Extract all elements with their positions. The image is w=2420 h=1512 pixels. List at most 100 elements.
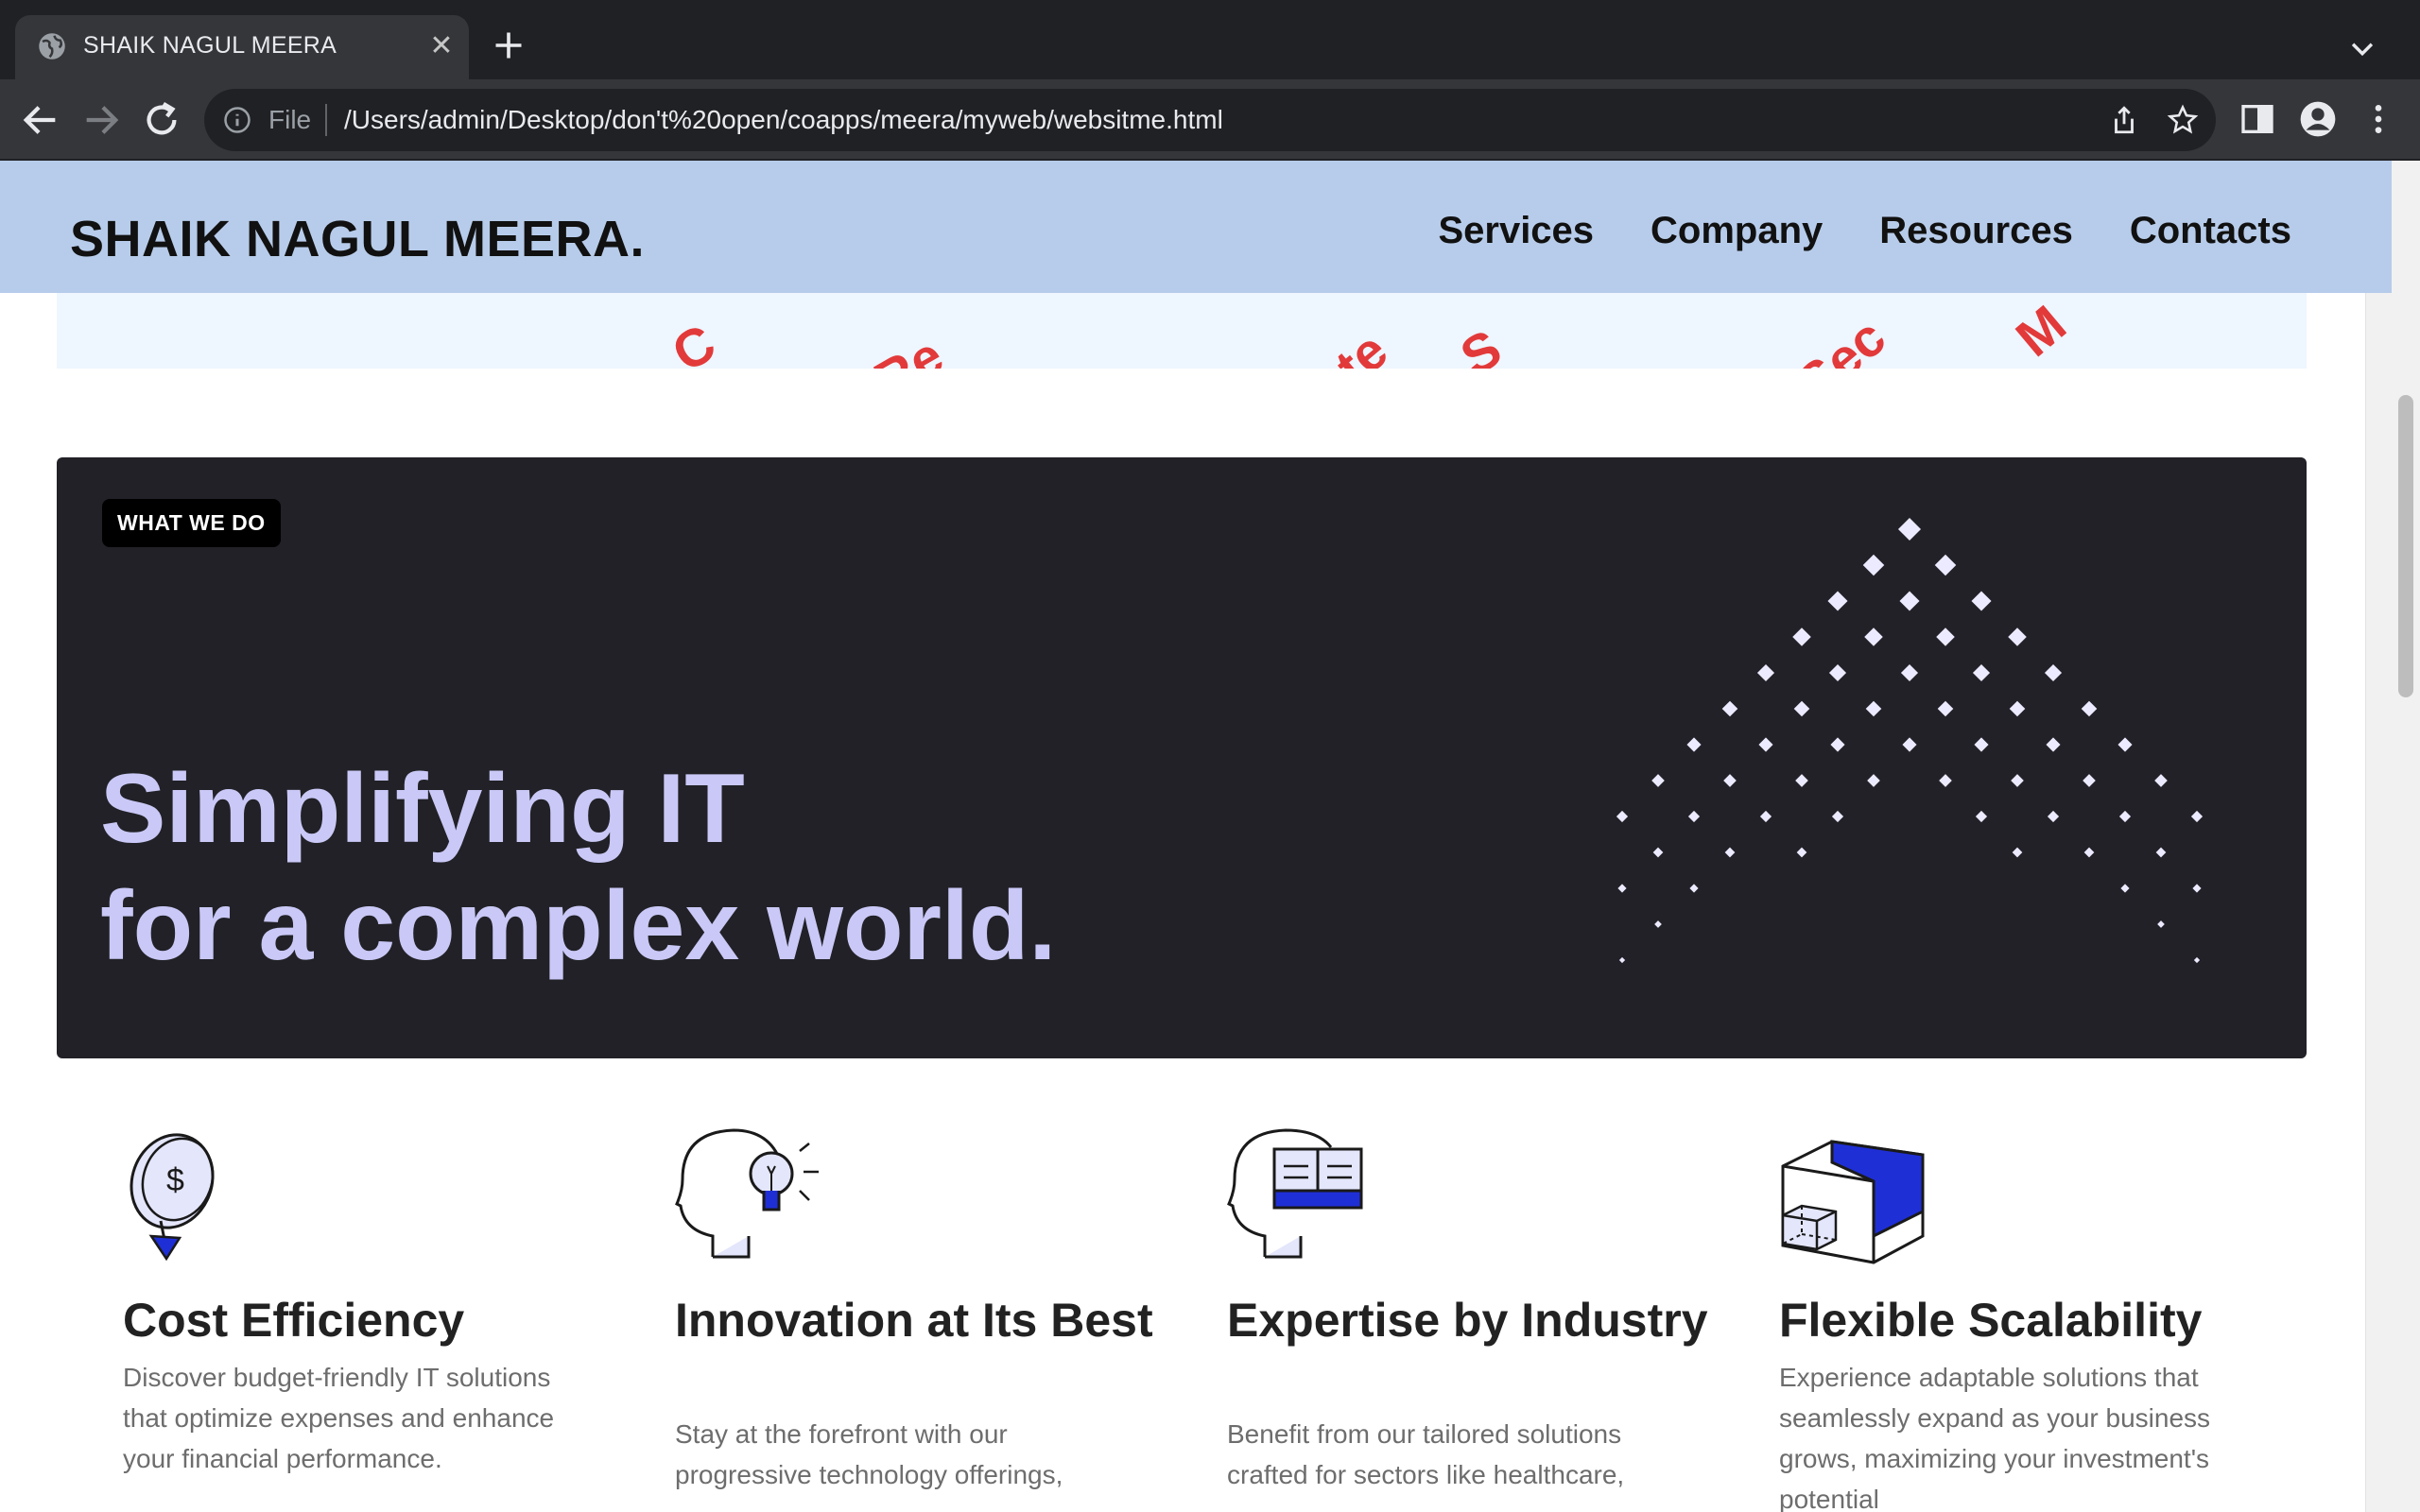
feature-description: Experience adaptable solutions that seam… xyxy=(1779,1363,2211,1512)
globe-icon xyxy=(39,33,65,60)
feature-title: Expertise by Industry xyxy=(1227,1294,1708,1347)
banner-text: C xyxy=(662,312,726,369)
diamond-dot xyxy=(1937,700,1954,717)
url-scheme-label: File xyxy=(268,105,312,134)
diamond-dot xyxy=(2154,774,2168,787)
bookmark-star-icon[interactable] xyxy=(2167,104,2199,136)
diamond-dot xyxy=(2081,700,2098,717)
diamond-dot xyxy=(2157,920,2165,928)
svg-text:$: $ xyxy=(166,1162,184,1198)
what-we-do-hero: WHAT WE DO Simplifying IT for a complex … xyxy=(57,457,2307,1058)
nav-contacts[interactable]: Contacts xyxy=(2130,210,2291,252)
rotating-text-banner: C al Re ente S r Sec M xyxy=(57,293,2307,369)
diamond-dot xyxy=(2118,810,2132,823)
nav-company[interactable]: Company xyxy=(1651,210,1823,252)
diamond-dot xyxy=(1617,884,1627,893)
browser-tab[interactable]: SHAIK NAGUL MEERA ✕ xyxy=(15,15,469,79)
diamond-dot xyxy=(2118,737,2133,752)
reload-icon[interactable] xyxy=(140,98,183,142)
book-head-icon xyxy=(1227,1128,1363,1259)
diamond-dot xyxy=(1686,737,1702,752)
diamond-dot xyxy=(1899,591,1920,611)
diamond-dot xyxy=(1723,774,1737,787)
feature-title: Innovation at Its Best xyxy=(675,1294,1153,1347)
diamond-dot xyxy=(1616,810,1629,823)
diamond-dot xyxy=(2083,847,2095,858)
diamond-dot xyxy=(2047,810,2060,823)
diamond-dot xyxy=(1796,847,1807,858)
url-separator xyxy=(325,104,327,136)
scrollbar-thumb[interactable] xyxy=(2398,395,2413,697)
diamond-dot xyxy=(2008,627,2027,646)
nav-services[interactable]: Services xyxy=(1438,210,1594,252)
diamond-dot xyxy=(1830,737,1845,752)
hero-title: Simplifying IT for a complex world. xyxy=(100,750,1056,985)
close-tab-icon[interactable]: ✕ xyxy=(427,32,456,60)
diamond-dot xyxy=(1902,737,1917,752)
site-logo[interactable]: SHAIK NAGUL MEERA. xyxy=(70,210,645,268)
diamond-dot xyxy=(1936,627,1955,646)
side-panel-icon[interactable] xyxy=(2238,100,2276,138)
diamond-dot xyxy=(1974,737,1989,752)
diamond-dot xyxy=(2193,956,2201,964)
diamond-dot xyxy=(1939,774,1952,787)
info-icon[interactable] xyxy=(223,106,251,134)
hero-title-line-1: Simplifying IT xyxy=(100,754,745,864)
diamond-dot xyxy=(2011,774,2024,787)
diamond-dot xyxy=(2046,737,2061,752)
diamond-dot xyxy=(1827,591,1848,611)
new-tab-icon[interactable] xyxy=(492,28,526,62)
diamond-dot xyxy=(1934,554,1957,576)
diamond-dot xyxy=(1831,810,1844,823)
feature-title: Cost Efficiency xyxy=(123,1294,465,1347)
diamond-dot xyxy=(1759,810,1772,823)
hero-title-line-2: for a complex world. xyxy=(100,871,1057,981)
banner-text: ente xyxy=(1276,319,1399,369)
share-icon[interactable] xyxy=(2108,104,2140,136)
diamond-dot xyxy=(1793,700,1810,717)
url-text[interactable]: /Users/admin/Desktop/don't%20open/coapps… xyxy=(344,105,1223,135)
browser-toolbar: File /Users/admin/Desktop/don't%20open/c… xyxy=(0,79,2420,161)
banner-text: S xyxy=(1450,318,1512,369)
diamond-dot xyxy=(2192,884,2202,893)
banner-text: al Re xyxy=(813,324,953,369)
page-viewport: SHAIK NAGUL MEERA. Services Company Reso… xyxy=(0,161,2420,1512)
feature-description: Benefit from our tailored solutions craf… xyxy=(1227,1419,1625,1489)
feature-title: Flexible Scalability xyxy=(1779,1294,2203,1347)
back-icon[interactable] xyxy=(19,98,62,142)
diamond-dot xyxy=(1654,920,1662,928)
section-badge: WHAT WE DO xyxy=(102,499,281,547)
chevron-down-icon[interactable] xyxy=(2346,32,2378,64)
more-menu-icon[interactable] xyxy=(2360,100,2397,138)
nav-resources[interactable]: Resources xyxy=(1879,210,2073,252)
diamond-dot xyxy=(1972,663,1991,682)
diamond-dot xyxy=(1756,663,1775,682)
diamond-dot xyxy=(1724,847,1736,858)
dollar-coin-down-icon: $ xyxy=(130,1133,215,1262)
diamond-dot xyxy=(1867,774,1880,787)
diamond-dot xyxy=(1828,663,1847,682)
address-bar[interactable]: File /Users/admin/Desktop/don't%20open/c… xyxy=(204,89,2216,151)
page-scrollbar[interactable] xyxy=(2365,161,2420,1512)
diamond-dot xyxy=(1689,884,1699,893)
diamond-dot xyxy=(1721,700,1738,717)
diamond-dot xyxy=(1862,554,1885,576)
diamond-dot xyxy=(2155,847,2167,858)
diamond-dot xyxy=(1971,591,1992,611)
profile-avatar-icon[interactable] xyxy=(2299,100,2337,138)
banner-text: r Sec xyxy=(1758,306,1897,369)
diamond-dot xyxy=(1897,517,1922,541)
diamond-dot xyxy=(1618,956,1626,964)
diamond-dot xyxy=(1795,774,1808,787)
diamond-dot xyxy=(1865,700,1882,717)
forward-icon[interactable] xyxy=(79,98,123,142)
diamond-dot xyxy=(1652,847,1664,858)
site-nav: Services Company Resources Contacts xyxy=(1438,210,2291,252)
scalable-cube-icon xyxy=(1781,1140,1925,1264)
feature-description: Discover budget-friendly IT solutions th… xyxy=(123,1363,555,1473)
diamond-dot xyxy=(1900,663,1919,682)
diamond-dot xyxy=(2044,663,2063,682)
diamond-dot xyxy=(2083,774,2096,787)
diamond-dot xyxy=(2012,847,2023,858)
diamond-dot xyxy=(2120,884,2130,893)
